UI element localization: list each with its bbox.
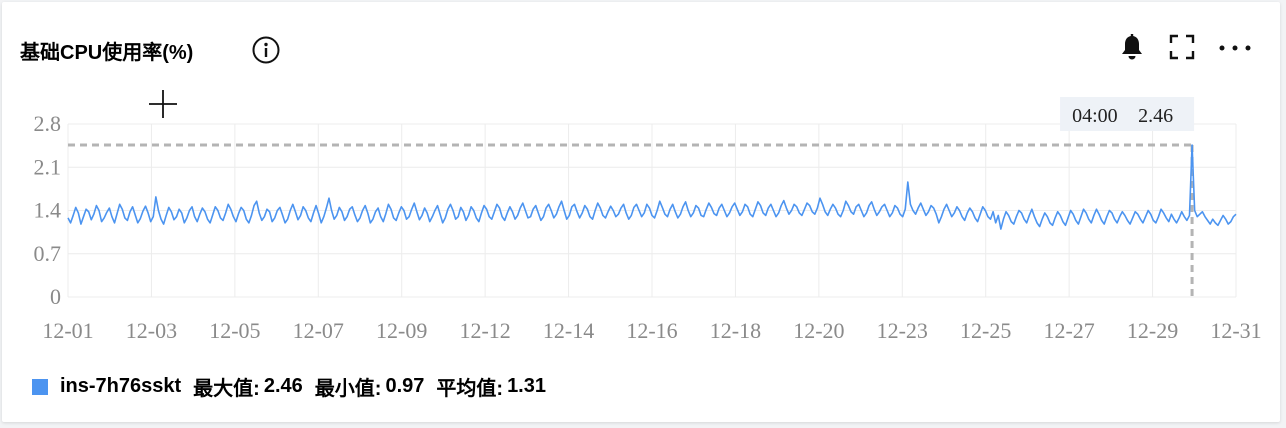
legend: ins-7h76sskt 最大值: 2.46 最小值: 0.97 平均值: 1.… <box>32 372 546 401</box>
x-tick-label: 12-25 <box>960 318 1011 343</box>
legend-avg-label: 平均值: <box>436 378 504 400</box>
x-tick-label: 12-05 <box>209 318 260 343</box>
y-tick-label: 1.4 <box>34 198 62 223</box>
x-tick-label: 12-07 <box>293 318 344 343</box>
tooltip-layer: 04:00 2.46 <box>1060 97 1195 131</box>
legend-min-value: 0.97 <box>385 375 425 397</box>
x-tick-label: 12-16 <box>626 318 677 343</box>
x-tick-label: 12-23 <box>877 318 928 343</box>
x-tick-label: 12-18 <box>710 318 761 343</box>
legend-swatch[interactable] <box>32 378 48 395</box>
legend-min-label: 最小值: <box>314 378 382 400</box>
legend-max-value: 2.46 <box>263 375 303 397</box>
x-tick-label: 12-09 <box>376 318 427 343</box>
legend-series-name[interactable]: ins-7h76sskt <box>60 375 181 398</box>
x-tick-label: 12-20 <box>793 318 844 343</box>
line-chart[interactable]: 2.8 2.1 1.4 0.7 0 12-01 12-03 12-05 12-07 12-09 12… <box>0 0 1286 428</box>
x-tick-label: 12-12 <box>459 318 510 343</box>
x-tick-label: 12-14 <box>543 318 594 343</box>
y-tick-label: 0 <box>50 284 61 309</box>
legend-avg-value: 1.31 <box>507 375 546 397</box>
legend-max-label: 最大值: <box>193 378 260 400</box>
y-tick-label: 2.1 <box>34 154 62 179</box>
x-tick-label: 12-29 <box>1127 318 1178 343</box>
x-tick-label: 12-31 <box>1210 318 1261 343</box>
x-tick-label: 12-03 <box>126 318 177 343</box>
tooltip-value: 2.46 <box>1138 105 1173 127</box>
y-tick-label: 2.8 <box>34 111 62 136</box>
x-tick-label: 12-01 <box>42 318 93 343</box>
x-tick-label: 12-27 <box>1043 318 1094 343</box>
tooltip-time: 04:00 <box>1072 105 1118 127</box>
y-tick-label: 0.7 <box>34 241 62 266</box>
crosshair-icon <box>149 90 177 118</box>
